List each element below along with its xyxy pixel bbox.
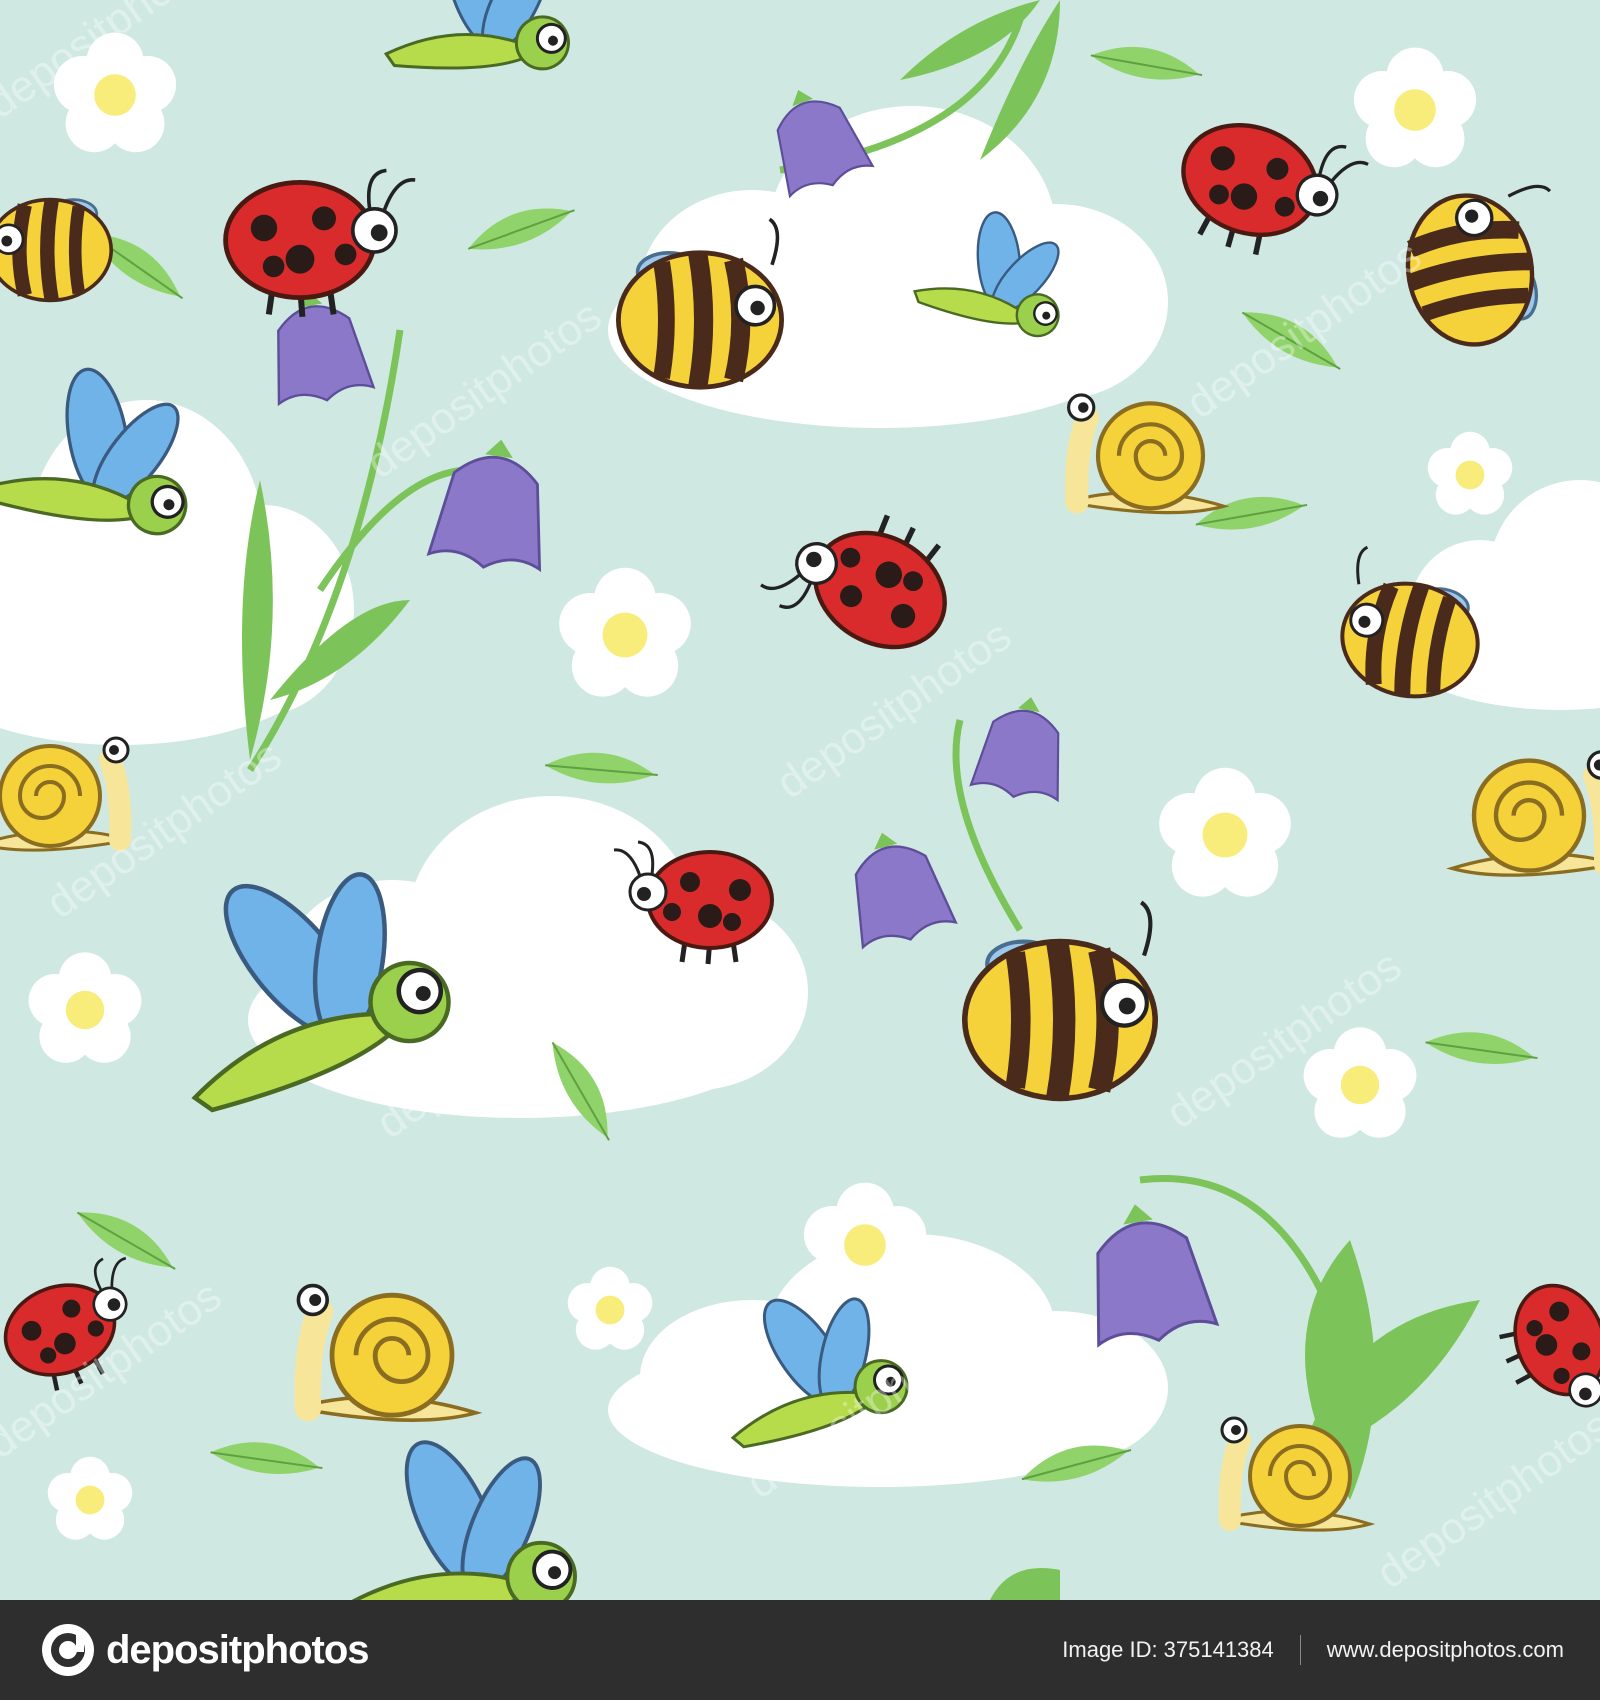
site-url[interactable]: www.depositphotos.com (1327, 1637, 1564, 1663)
seamless-insect-pattern: depositphotos depositphotos depositphoto… (0, 0, 1600, 1600)
snail (0, 738, 130, 850)
divider (1299, 1635, 1301, 1665)
brand-name: depositphotos (106, 1627, 370, 1672)
image-meta: Image ID: 375141384 www.depositphotos.co… (1062, 1600, 1564, 1700)
stock-footer-bar: depositphotos Image ID: 375141384 www.de… (0, 1600, 1600, 1700)
image-id-label: Image ID: (1062, 1637, 1158, 1662)
depositphotos-logo-icon (42, 1624, 94, 1676)
image-id-value: 375141384 (1163, 1637, 1274, 1662)
depositphotos-logo[interactable]: depositphotos (40, 1622, 370, 1678)
